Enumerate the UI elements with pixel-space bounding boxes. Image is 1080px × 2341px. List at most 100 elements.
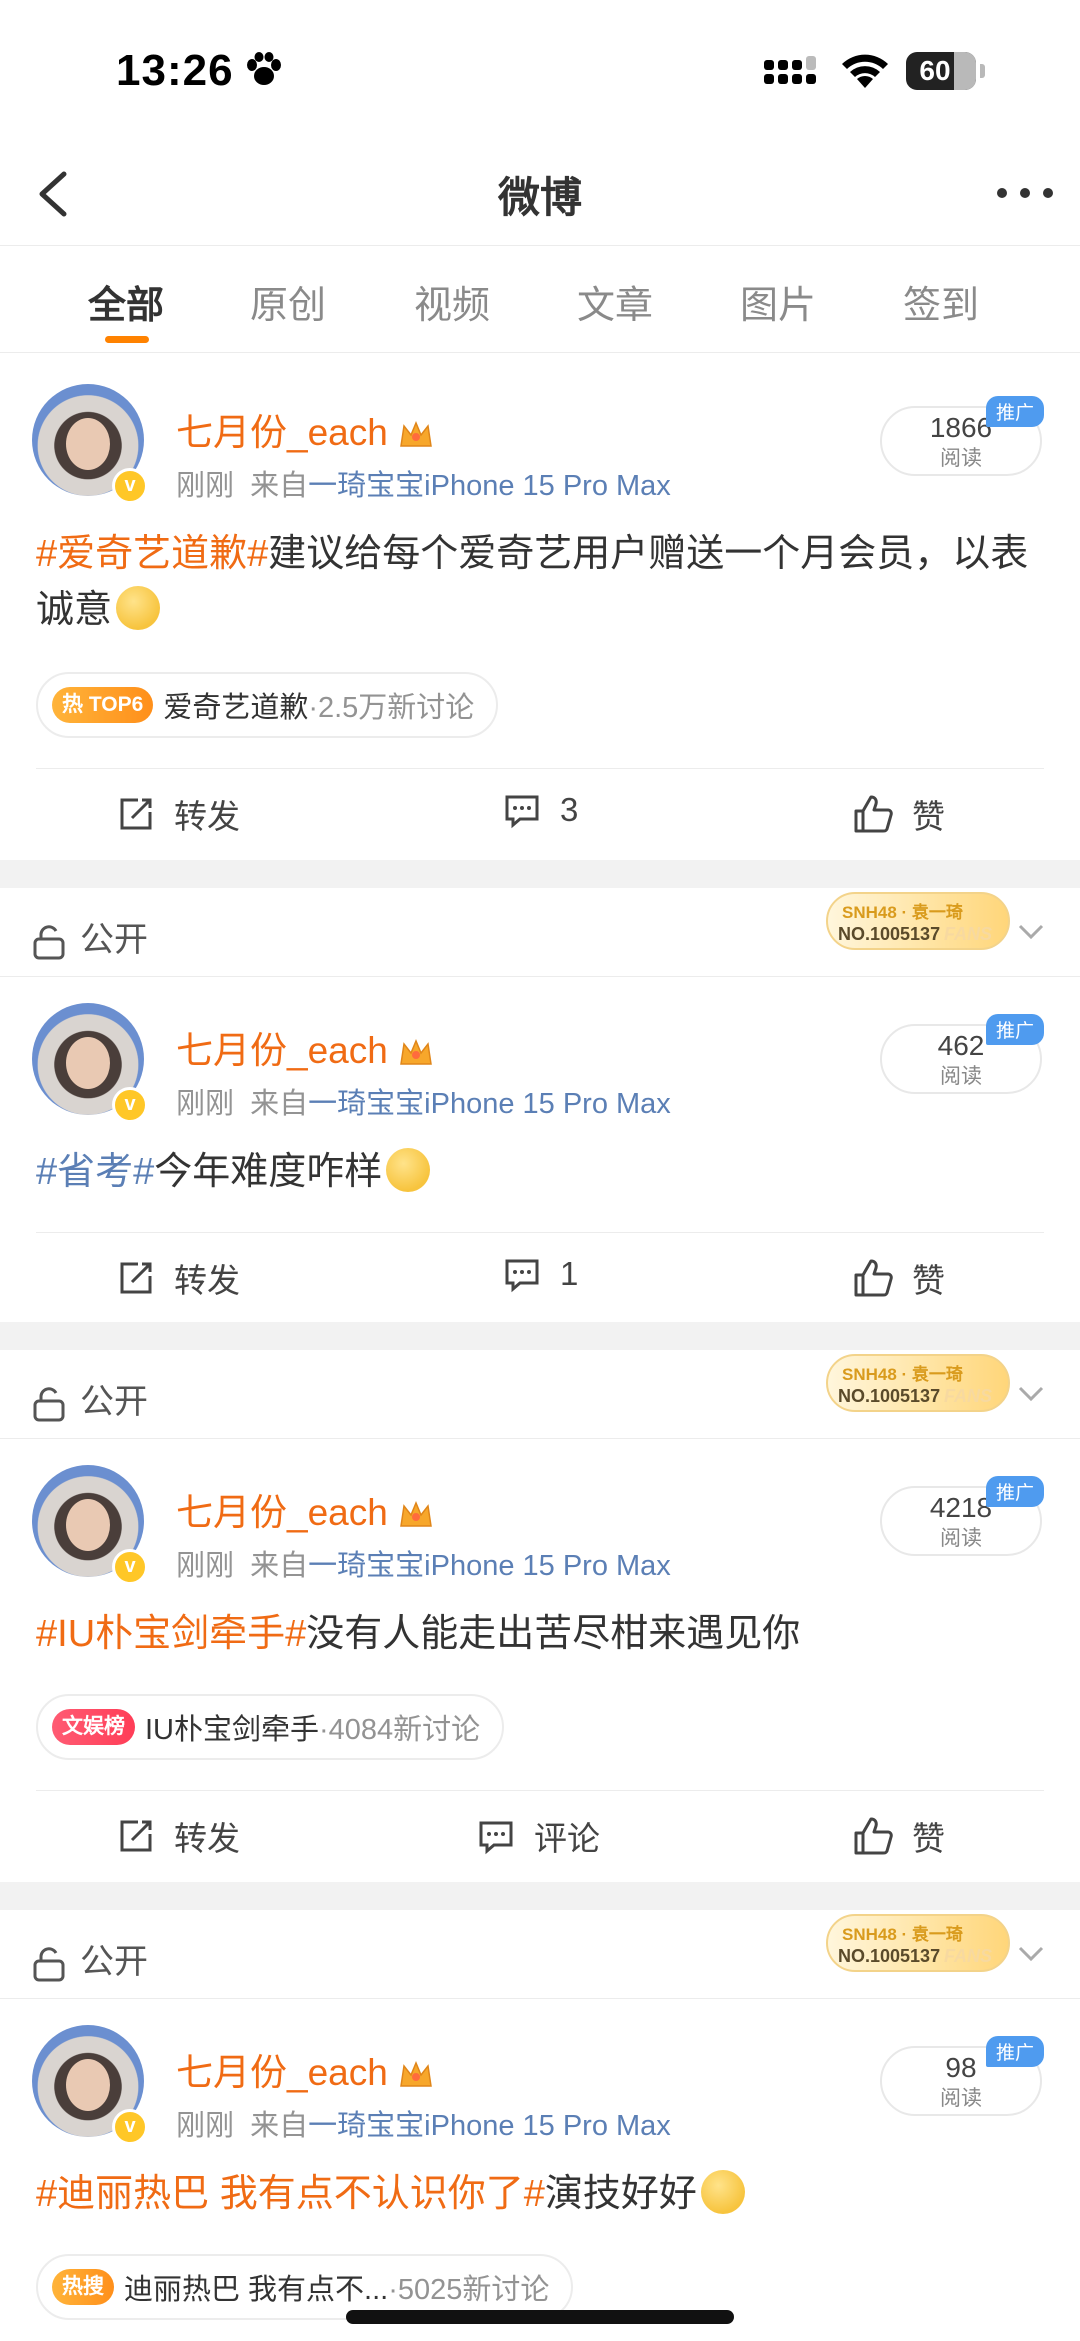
read-count-badge[interactable]: 1866 阅读 推广: [880, 396, 1044, 476]
post-username[interactable]: 七月份_each: [176, 1020, 434, 1074]
read-count-badge[interactable]: 4218 阅读 推广: [880, 1476, 1044, 1556]
tab-checkin[interactable]: 签到: [881, 274, 1001, 329]
post-source[interactable]: 一琦宝宝iPhone 15 Pro Max: [308, 1088, 671, 1120]
post-username[interactable]: 七月份_each: [176, 1482, 434, 1536]
repost-icon: [120, 1820, 152, 1852]
repost-button[interactable]: 转发: [116, 790, 240, 838]
crown-icon: [399, 2061, 432, 2087]
like-button[interactable]: 赞: [852, 1254, 945, 1302]
active-tab-indicator: [105, 336, 149, 343]
fans-badge-group: SNH48 · 袁一琦: [842, 903, 963, 922]
tab-video[interactable]: 视频: [392, 274, 512, 329]
repost-button[interactable]: 转发: [116, 1254, 240, 1302]
repost-label: 转发: [174, 1820, 240, 1857]
username-text[interactable]: 七月份_each: [176, 1030, 388, 1071]
promote-badge[interactable]: 推广: [985, 2036, 1044, 2067]
privacy-label: 公开: [32, 1374, 148, 1423]
tab-original[interactable]: 原创: [228, 274, 348, 329]
tab-images[interactable]: 图片: [718, 274, 838, 329]
chevron-down-icon[interactable]: [1016, 1938, 1046, 1968]
promote-badge[interactable]: 推广: [985, 396, 1044, 427]
page-title: 微博: [497, 174, 582, 221]
wifi-icon: [842, 54, 888, 88]
source-prefix: 来自: [250, 2110, 309, 2142]
home-indicator[interactable]: [346, 2310, 734, 2324]
source-prefix: 来自: [250, 1088, 309, 1120]
fans-badge[interactable]: SNH48 · 袁一琦 NO.1005137 FANS: [826, 1354, 1010, 1412]
unlock-icon: [33, 1387, 65, 1422]
avatar[interactable]: v: [32, 1465, 148, 1585]
post-text: #迪丽热巴 我有点不认识你了#演技好好: [36, 2166, 1044, 2222]
post-source[interactable]: 一琦宝宝iPhone 15 Pro Max: [308, 470, 671, 502]
read-count-badge[interactable]: 98 阅读 推广: [880, 2036, 1044, 2116]
post-time: 刚刚: [176, 1088, 235, 1120]
thumbs-up-icon: [854, 1817, 893, 1855]
smirk-emoji-icon: [116, 586, 161, 630]
fans-badge-fans: FANS: [943, 1386, 992, 1406]
post-text: #省考#今年难度咋样: [36, 1144, 1044, 1200]
cellular-signal-icon: [764, 56, 816, 84]
chevron-down-icon[interactable]: [1016, 916, 1046, 946]
thinking-emoji-icon: [386, 1148, 431, 1192]
post-meta: 刚刚 来自一琦宝宝iPhone 15 Pro Max: [176, 2102, 671, 2144]
thumbs-up-icon: [854, 795, 893, 833]
post-time: 刚刚: [176, 1550, 235, 1582]
chevron-down-icon[interactable]: [1016, 1378, 1046, 1408]
topic-chip[interactable]: 热 TOP6 爱奇艺道歉 ·2.5万新讨论: [36, 672, 499, 738]
privacy-text: 公开: [80, 1383, 148, 1421]
post-username[interactable]: 七月份_each: [176, 2042, 434, 2096]
post-body: 演技好好: [544, 2173, 697, 2215]
post-time: 刚刚: [176, 2110, 235, 2142]
comment-button[interactable]: 评论: [476, 1812, 600, 1860]
post-hashtag[interactable]: #迪丽热巴 我有点不认识你了#: [36, 2173, 545, 2215]
source-prefix: 来自: [250, 1550, 309, 1582]
like-label: 赞: [912, 1820, 945, 1857]
crown-icon: [399, 1039, 432, 1065]
post-source[interactable]: 一琦宝宝iPhone 15 Pro Max: [308, 1550, 671, 1582]
comment-icon: [479, 1821, 513, 1855]
avatar[interactable]: v: [32, 2025, 148, 2145]
post-username[interactable]: 七月份_each: [176, 402, 434, 456]
unlock-icon: [33, 925, 65, 960]
nav-bar: 微博: [0, 140, 1080, 246]
post-source[interactable]: 一琦宝宝iPhone 15 Pro Max: [308, 2110, 671, 2142]
username-text[interactable]: 七月份_each: [176, 2052, 388, 2093]
privacy-text: 公开: [80, 921, 148, 959]
post-hashtag[interactable]: #爱奇艺道歉#: [36, 533, 268, 575]
topic-chip[interactable]: 文娱榜 IU朴宝剑牵手 ·4084新讨论: [36, 1694, 505, 1760]
comment-icon: [505, 1259, 539, 1293]
fans-badge-fans: FANS: [943, 1946, 992, 1966]
comment-icon: [505, 795, 539, 829]
avatar[interactable]: v: [32, 1003, 148, 1123]
comment-button[interactable]: 3: [502, 790, 578, 830]
verified-icon: v: [112, 2109, 148, 2145]
status-time: 13:26: [116, 46, 234, 95]
repost-icon: [120, 798, 152, 830]
comment-button[interactable]: 1: [502, 1254, 578, 1294]
like-button[interactable]: 赞: [852, 790, 945, 838]
tab-articles[interactable]: 文章: [555, 274, 675, 329]
repost-button[interactable]: 转发: [116, 1812, 240, 1860]
battery-level: 60: [919, 55, 951, 86]
username-text[interactable]: 七月份_each: [176, 412, 388, 453]
promote-badge[interactable]: 推广: [985, 1476, 1044, 1507]
like-button[interactable]: 赞: [852, 1812, 945, 1860]
comment-count: 3: [560, 791, 579, 828]
post-hashtag[interactable]: #省考#: [36, 1151, 154, 1193]
verified-icon: v: [112, 1087, 148, 1123]
read-count-badge[interactable]: 462 阅读 推广: [880, 1014, 1044, 1094]
topic-count: ·5025新讨论: [388, 2274, 550, 2306]
promote-badge[interactable]: 推广: [985, 1014, 1044, 1045]
username-text[interactable]: 七月份_each: [176, 1492, 388, 1533]
read-label: 阅读: [940, 1065, 982, 1088]
more-options-icon[interactable]: [990, 168, 1060, 218]
fans-badge[interactable]: SNH48 · 袁一琦 NO.1005137 FANS: [826, 1914, 1010, 1972]
post-hashtag[interactable]: #IU朴宝剑牵手#: [36, 1613, 306, 1655]
fans-badge[interactable]: SNH48 · 袁一琦 NO.1005137 FANS: [826, 892, 1010, 950]
tab-all[interactable]: 全部: [66, 274, 186, 329]
post-body: 今年难度咋样: [154, 1151, 383, 1193]
avatar[interactable]: v: [32, 384, 148, 504]
topic-name: IU朴宝剑牵手: [145, 1714, 320, 1746]
thumbs-up-icon: [854, 1259, 893, 1297]
comment-count: 1: [560, 1255, 579, 1292]
